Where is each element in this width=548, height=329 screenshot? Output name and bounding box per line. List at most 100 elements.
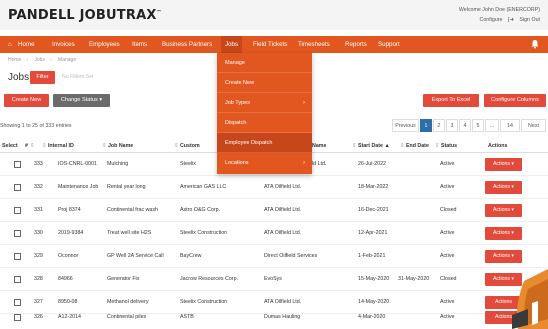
nav-reports[interactable]: Reports [345, 36, 367, 53]
row-actions-button[interactable]: Actions ▾ [485, 158, 522, 171]
col-num[interactable]: # ⇕ [25, 143, 34, 149]
row-name: Direct Oilfield Services [264, 253, 318, 259]
pager-page-14[interactable]: 14 [500, 119, 520, 132]
home-icon[interactable]: ⌂ [8, 36, 12, 53]
filter-status: No Filters Set [62, 74, 94, 80]
row-start-date: 15-May-2020 [358, 276, 390, 282]
row-start-date: 4-Mar-2020 [358, 314, 386, 320]
pager-next[interactable]: Next [521, 119, 546, 132]
pager-page-5[interactable]: 5 [472, 119, 484, 132]
row-name: ld Ltd. [312, 161, 327, 167]
row-job-name: GP Well 2A Service Call [107, 253, 164, 259]
pager-page-3[interactable]: 3 [446, 119, 458, 132]
nav-business-partners[interactable]: Business Partners [162, 36, 212, 53]
menu-item-manage[interactable]: Manage [217, 53, 312, 73]
col-start-date[interactable]: ⇕ Start Date ▲ [350, 143, 390, 149]
row-name: ATA Oilfield Ltd. [264, 230, 302, 236]
jobs-dropdown-menu: Manage Create New Job Types › Dispatch Em… [217, 53, 312, 174]
row-customer: ASTB [180, 314, 194, 320]
row-name: ATA Oilfield Ltd. [264, 299, 302, 305]
row-num: 327 [34, 299, 43, 305]
row-actions-button[interactable]: Actions ▾ [485, 250, 522, 263]
col-job-name[interactable]: ⇕ Job Name [100, 143, 133, 149]
row-num: 328 [34, 276, 43, 282]
configure-columns-button[interactable]: Configure Columns [484, 94, 546, 107]
row-job-name: Rental year long [107, 184, 146, 190]
nav-jobs[interactable]: Jobs [221, 36, 243, 53]
table-row: 331 Proj 8374 Continental frac wash Astr… [0, 199, 548, 222]
breadcrumb-home[interactable]: Home [8, 57, 21, 63]
table-row: 328 84966 Generator Fix Jacrow Resources… [0, 268, 548, 291]
row-checkbox[interactable] [14, 161, 21, 168]
row-customer: American GAS LLC [180, 184, 227, 190]
row-customer: BayCrew [180, 253, 202, 259]
row-name: Dumas Hauling [264, 314, 301, 320]
table-row: 332 Maintenance Job Rental year long Ame… [0, 176, 548, 199]
col-select[interactable]: Select [2, 143, 18, 149]
change-status-button[interactable]: Change Status ▾ [53, 94, 110, 107]
breadcrumb: Home › Jobs › Manage [8, 57, 77, 63]
menu-item-job-types[interactable]: Job Types › [217, 93, 312, 113]
row-customer: Jacrow Resources Corp. [180, 276, 238, 282]
col-name[interactable]: Name [312, 143, 326, 149]
nav-timesheets[interactable]: Timesheets [298, 36, 330, 53]
row-job-name: Treat well site H2S [107, 230, 152, 236]
pager-page-4[interactable]: 4 [459, 119, 471, 132]
pager-previous[interactable]: Previous [392, 119, 419, 132]
row-internal-id: 2019-9384 [58, 230, 84, 236]
menu-item-locations[interactable]: Locations › [217, 153, 312, 173]
row-status: Closed [440, 207, 457, 213]
menu-item-create-new[interactable]: Create New [217, 73, 312, 93]
nav-home[interactable]: Home [18, 36, 35, 53]
nav-items[interactable]: Items [132, 36, 147, 53]
row-start-date: 14-May-2020 [358, 299, 390, 305]
row-num: 326 [34, 314, 43, 320]
nav-employees[interactable]: Employees [89, 36, 120, 53]
table-row: 326 A12-2014 Continental piles ASTB Duma… [0, 306, 548, 329]
app-logo[interactable]: PANDELL JOBUTRAX™ [8, 8, 162, 23]
nav-invoices[interactable]: Invoices [52, 36, 75, 53]
row-customer: Steelix Construction [180, 299, 228, 305]
export-excel-button[interactable]: Export To Excel [423, 94, 479, 107]
bell-icon[interactable] [530, 39, 540, 49]
row-checkbox[interactable] [14, 276, 21, 283]
col-customer[interactable]: ⇕ Custom [172, 143, 200, 149]
col-status[interactable]: ⇕ Status [433, 143, 457, 149]
row-checkbox[interactable] [14, 230, 21, 237]
breadcrumb-jobs[interactable]: Jobs [34, 57, 45, 63]
row-checkbox[interactable] [14, 253, 21, 260]
table-info: Showing 1 to 25 of 333 entries [0, 123, 72, 129]
col-end-date[interactable]: ⇕ End Date [398, 143, 429, 149]
nav-support[interactable]: Support [378, 36, 400, 53]
col-internal-id[interactable]: ⇕ Internal ID [40, 143, 74, 149]
row-num: 329 [34, 253, 43, 259]
main-nav: ⌂ Home Invoices Employees Items Business… [0, 36, 548, 53]
pager-page-2[interactable]: 2 [433, 119, 445, 132]
row-actions-button[interactable]: Actions ▾ [485, 227, 522, 240]
row-name: ATA Oilfield Ltd. [264, 184, 302, 190]
row-checkbox[interactable] [14, 299, 21, 306]
row-actions-button[interactable]: Actions ▾ [485, 204, 522, 217]
user-links: Configure [➜ Sign Out [480, 17, 540, 23]
welcome-text: Welcome John Doe (ENERCORP) [458, 7, 540, 13]
sign-out-link[interactable]: Sign Out [519, 17, 540, 23]
create-new-button[interactable]: Create New [4, 94, 49, 107]
nav-field-tickets[interactable]: Field Tickets [253, 36, 287, 53]
top-bar: PANDELL JOBUTRAX™ Welcome John Doe (ENER… [0, 0, 548, 30]
row-checkbox[interactable] [14, 184, 21, 191]
row-checkbox[interactable] [14, 314, 21, 321]
menu-item-dispatch[interactable]: Dispatch [217, 113, 312, 133]
row-actions-button[interactable]: Actions ▾ [485, 181, 522, 194]
row-name: ATA Oilfield Ltd. [264, 207, 302, 213]
sign-out-icon[interactable]: [➜ [508, 17, 514, 23]
row-internal-id: 8950-08 [58, 299, 78, 305]
configure-link[interactable]: Configure [480, 17, 503, 23]
row-status: Active [440, 161, 455, 167]
row-checkbox[interactable] [14, 207, 21, 214]
pager-page-1[interactable]: 1 [420, 119, 432, 132]
filter-button[interactable]: Filter [30, 71, 55, 84]
row-start-date: 1-Feb-2021 [358, 253, 386, 259]
row-customer: Steelix Construction [180, 230, 228, 236]
row-job-name: Continental piles [107, 314, 147, 320]
menu-item-employee-dispatch[interactable]: Employee Dispatch [217, 133, 312, 153]
